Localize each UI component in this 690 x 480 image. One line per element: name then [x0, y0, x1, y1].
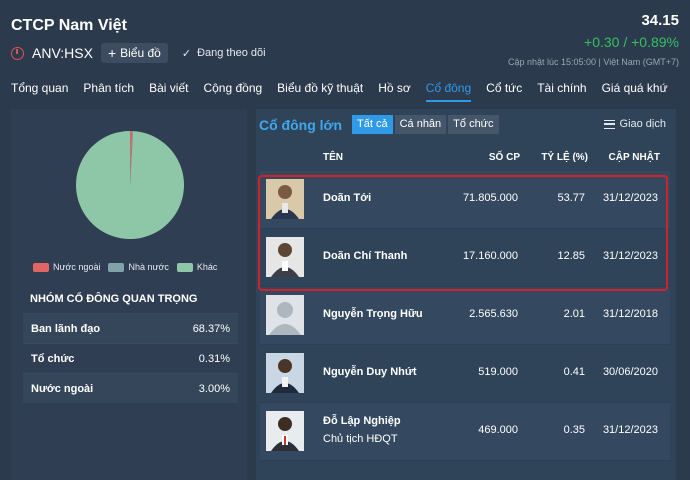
major-shareholders-title: Cổ đông lớn: [259, 117, 343, 133]
company-title: CTCP Nam Việt: [11, 17, 127, 34]
group-name: Ban lãnh đạo: [31, 322, 101, 335]
shareholder-position: Chủ tịch HĐQT: [323, 433, 398, 445]
chart-button-label: Biểu đồ: [120, 46, 161, 60]
legend-label: Khác: [196, 262, 218, 272]
group-value: 0.31%: [198, 352, 230, 365]
tab-community[interactable]: Cộng đồng: [203, 81, 262, 102]
shareholder-date: 31/12/2018: [602, 308, 658, 320]
column-shares[interactable]: SỐ CP: [489, 152, 520, 163]
shareholder-name[interactable]: Doãn Chí Thanh: [323, 250, 407, 262]
ownership-panel: Nước ngoài Nhà nước Khác NHÓM CỔ ĐÔNG QU…: [11, 109, 247, 480]
shareholder-date: 31/12/2023: [602, 192, 658, 204]
ticker-row: ANV:HSX + Biểu đồ ✓ Đang theo dõi: [11, 42, 266, 64]
shareholder-ratio: 2.01: [563, 308, 585, 320]
follow-button[interactable]: ✓ Đang theo dõi: [182, 47, 266, 60]
legend-item-foreign[interactable]: Nước ngoài: [33, 262, 100, 272]
shareholder-name[interactable]: Doãn Tới: [323, 192, 371, 204]
shareholder-name[interactable]: Nguyễn Trọng Hữu: [323, 308, 423, 320]
plus-icon: +: [107, 45, 117, 61]
legend-label: Nước ngoài: [53, 262, 101, 272]
column-ratio[interactable]: TỶ LỆ (%): [541, 152, 588, 163]
tab-overview[interactable]: Tổng quan: [11, 81, 68, 102]
legend-swatch: [108, 262, 125, 272]
tab-shareholders[interactable]: Cổ đông: [425, 81, 472, 102]
shareholder-name[interactable]: Nguyễn Duy Nhứt: [323, 366, 417, 378]
avatar: [266, 353, 304, 393]
tab-price-history[interactable]: Giá quá khứ: [602, 81, 668, 102]
tab-financials[interactable]: Tài chính: [537, 81, 586, 102]
avatar: [266, 237, 304, 277]
shareholder-ratio: 12.85: [557, 250, 585, 262]
table-header: TÊN SỐ CP TỶ LỆ (%) CẬP NHẬT: [256, 149, 676, 169]
tab-articles[interactable]: Bài viết: [149, 81, 188, 102]
shareholder-shares: 519.000: [478, 366, 518, 378]
shareholder-rows: Doãn Tới 71.805.000 53.77 31/12/2023 Doã…: [260, 171, 670, 461]
tab-bar: Tổng quan Phân tích Bài viết Cộng đồng B…: [11, 81, 668, 102]
table-row[interactable]: Nguyễn Trọng Hữu 2.565.630 2.01 31/12/20…: [260, 287, 670, 345]
key-groups-list: Ban lãnh đạo 68.37% Tổ chức 0.31% Nước n…: [23, 313, 238, 403]
key-groups-title: NHÓM CỔ ĐÔNG QUAN TRỌNG: [30, 293, 198, 305]
shareholder-date: 31/12/2023: [602, 250, 658, 262]
group-value: 68.37%: [192, 322, 230, 335]
update-time: Cập nhật lúc 15:05:00 | Việt Nam (GMT+7): [507, 57, 679, 67]
avatar: [266, 179, 304, 219]
legend-label: Nhà nước: [128, 262, 169, 272]
avatar-placeholder: [266, 295, 304, 335]
group-name: Nước ngoài: [31, 382, 94, 395]
ownership-pie-chart: [76, 131, 184, 239]
price-change: +0.30 / +0.89%: [584, 34, 679, 50]
filter-all[interactable]: Tất cả: [352, 115, 393, 134]
shareholder-shares: 71.805.000: [462, 192, 518, 204]
legend-item-other[interactable]: Khác: [176, 262, 218, 272]
tab-analysis[interactable]: Phân tích: [83, 81, 134, 102]
pie-slice[interactable]: [76, 131, 184, 239]
chart-button[interactable]: + Biểu đồ: [100, 43, 168, 63]
legend-item-state[interactable]: Nhà nước: [108, 262, 169, 272]
legend-swatch: [176, 262, 193, 272]
shareholder-name[interactable]: Đỗ Lập Nghiệp: [323, 415, 401, 427]
warning-icon: [11, 46, 24, 60]
shareholder-date: 30/06/2020: [602, 366, 658, 378]
shareholder-date: 31/12/2023: [602, 424, 658, 436]
check-icon: ✓: [181, 47, 192, 60]
group-row: Tổ chức 0.31%: [23, 343, 238, 373]
group-row: Nước ngoài 3.00%: [23, 373, 238, 403]
table-row[interactable]: Đỗ Lập Nghiệp Chủ tịch HĐQT 469.000 0.35…: [260, 403, 670, 461]
table-row[interactable]: Doãn Tới 71.805.000 53.77 31/12/2023: [260, 171, 670, 229]
pie-legend: Nước ngoài Nhà nước Khác: [33, 262, 217, 272]
follow-label: Đang theo dõi: [197, 47, 266, 59]
legend-swatch: [33, 262, 49, 272]
tab-technical-chart[interactable]: Biểu đồ kỹ thuật: [277, 81, 363, 102]
shareholder-shares: 469.000: [478, 424, 518, 436]
table-row[interactable]: Doãn Chí Thanh 17.160.000 12.85 31/12/20…: [260, 229, 670, 287]
major-shareholders-panel: Cổ đông lớn Tất cả Cá nhân Tổ chức Giao …: [256, 109, 676, 480]
shareholder-ratio: 0.41: [563, 366, 585, 378]
trade-button[interactable]: Giao dịch: [603, 118, 666, 130]
shareholder-shares: 17.160.000: [462, 250, 518, 262]
filter-individual[interactable]: Cá nhân: [394, 115, 447, 134]
menu-icon: [603, 119, 615, 129]
filter-organization[interactable]: Tổ chức: [448, 115, 499, 134]
group-value: 3.00%: [198, 382, 230, 395]
shareholder-filter: Tất cả Cá nhân Tổ chức: [352, 115, 499, 134]
tab-dividends[interactable]: Cổ tức: [486, 81, 522, 102]
trade-label: Giao dịch: [619, 118, 666, 130]
shareholder-ratio: 53.77: [557, 192, 585, 204]
stock-price: 34.15: [641, 12, 679, 29]
table-row[interactable]: Nguyễn Duy Nhứt 519.000 0.41 30/06/2020: [260, 345, 670, 403]
group-name: Tổ chức: [31, 352, 75, 365]
shareholder-shares: 2.565.630: [469, 308, 518, 320]
shareholder-ratio: 0.35: [563, 424, 585, 436]
tab-profile[interactable]: Hồ sơ: [378, 81, 411, 102]
column-updated[interactable]: CẬP NHẬT: [609, 152, 660, 163]
ticker-symbol: ANV:HSX: [32, 45, 93, 61]
column-name[interactable]: TÊN: [323, 152, 343, 163]
group-row: Ban lãnh đạo 68.37%: [23, 313, 238, 343]
avatar: [266, 411, 304, 451]
